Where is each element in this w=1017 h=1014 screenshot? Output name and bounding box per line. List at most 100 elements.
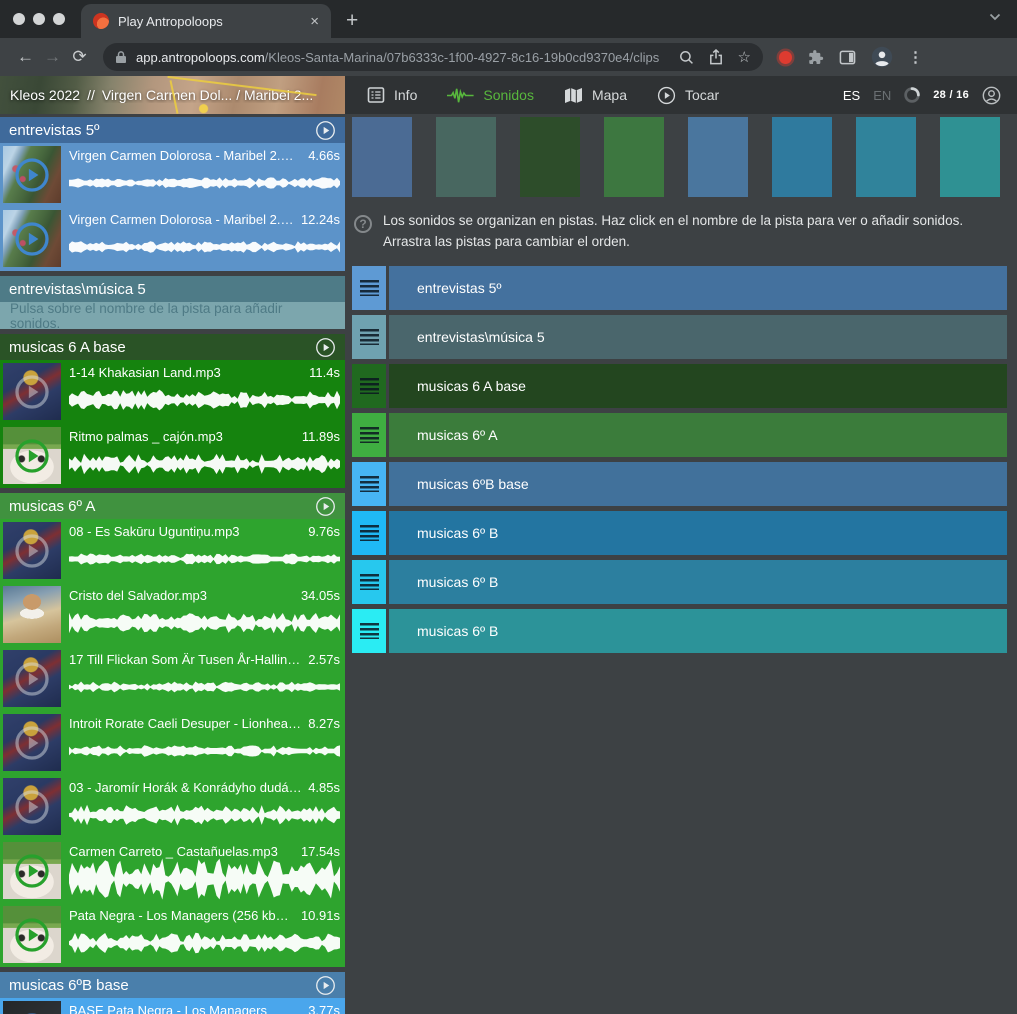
audio-clip[interactable]: 03 - Jaromír Horák & Konrádyho dudácká .… [0, 775, 345, 839]
clip-waveform[interactable] [69, 795, 340, 835]
audio-clip[interactable]: Carmen Carreto _ Castañuelas.mp317.54s [0, 839, 345, 903]
track-drag-handle[interactable] [352, 413, 386, 457]
tab-search-chevron-icon[interactable] [989, 8, 1001, 26]
window-zoom-button[interactable] [53, 13, 65, 25]
audio-clip[interactable]: Pata Negra - Los Managers (256 kbps).mp3… [0, 903, 345, 967]
track-header[interactable]: entrevistas 5º [0, 117, 345, 143]
zoom-page-icon[interactable] [679, 50, 694, 65]
record-extension-icon[interactable] [779, 51, 792, 64]
track-drag-handle[interactable] [352, 315, 386, 359]
clip-thumbnail[interactable] [3, 650, 61, 707]
track-bar[interactable]: entrevistas\música 5 [389, 315, 1007, 359]
track-color-column[interactable] [352, 117, 412, 197]
lang-en-button[interactable]: EN [873, 88, 891, 103]
track-bar[interactable]: musicas 6º A [389, 413, 1007, 457]
clip-thumbnail[interactable] [3, 146, 61, 203]
track-drag-handle[interactable] [352, 266, 386, 310]
track-drag-handle[interactable] [352, 462, 386, 506]
track-header[interactable]: musicas 6 A base [0, 334, 345, 360]
nav-item-info[interactable]: Info [367, 86, 417, 104]
window-close-button[interactable] [13, 13, 25, 25]
audio-clip[interactable]: Virgen Carmen Dolorosa - Maribel 2.mp34.… [0, 143, 345, 207]
window-minimize-button[interactable] [33, 13, 45, 25]
lang-es-button[interactable]: ES [843, 88, 860, 103]
clip-play-icon [3, 650, 61, 707]
clip-waveform[interactable] [69, 163, 340, 203]
audio-clip[interactable]: Virgen Carmen Dolorosa - Maribel 2.mp312… [0, 207, 345, 271]
browser-menu-icon[interactable]: ⋮ [908, 48, 923, 66]
track-color-column[interactable] [940, 117, 1000, 197]
clip-thumbnail[interactable] [3, 427, 61, 484]
track-bar[interactable]: musicas 6 A base [389, 364, 1007, 408]
side-panel-icon[interactable] [839, 49, 856, 66]
clip-waveform[interactable] [69, 227, 340, 267]
track-drag-handle[interactable] [352, 560, 386, 604]
tab-title: Play Antropoloops [118, 14, 301, 29]
track-header[interactable]: entrevistas\música 5 [0, 276, 345, 302]
clip-thumbnail[interactable] [3, 363, 61, 420]
clip-thumbnail[interactable] [3, 210, 61, 267]
clip-waveform[interactable] [69, 859, 340, 899]
share-icon[interactable] [709, 49, 723, 65]
audio-clip[interactable]: Ritmo palmas _ cajón.mp311.89s [0, 424, 345, 488]
clip-thumbnail[interactable] [3, 1001, 61, 1014]
clip-waveform[interactable] [69, 603, 340, 643]
back-button[interactable]: ← [12, 47, 39, 67]
track-drag-handle[interactable] [352, 511, 386, 555]
clip-thumbnail[interactable] [3, 778, 61, 835]
audio-clip[interactable]: Introit Rorate Caeli Desuper - Lionheart… [0, 711, 345, 775]
clip-waveform[interactable] [69, 731, 340, 771]
account-person-icon[interactable] [982, 86, 1001, 105]
audio-clip[interactable]: 08 - Es Sakūru Uguntiņu.mp39.76s [0, 519, 345, 583]
audio-clip[interactable]: 1-14 Khakasian Land.mp311.4s [0, 360, 345, 424]
clip-name: Introit Rorate Caeli Desuper - Lionheart… [69, 716, 302, 731]
tab-close-icon[interactable]: × [310, 14, 319, 29]
audio-clip[interactable]: Cristo del Salvador.mp334.05s [0, 583, 345, 647]
clip-thumbnail[interactable] [3, 906, 61, 963]
track-color-column[interactable] [436, 117, 496, 197]
new-tab-button[interactable]: + [346, 10, 358, 31]
track-bar[interactable]: musicas 6ºB base [389, 462, 1007, 506]
track-color-column[interactable] [856, 117, 916, 197]
clip-waveform[interactable] [69, 539, 340, 579]
track-drag-handle[interactable] [352, 609, 386, 653]
extensions-puzzle-icon[interactable] [807, 49, 824, 66]
forward-button[interactable]: → [39, 47, 66, 67]
nav-item-label: Mapa [592, 87, 627, 103]
clip-thumbnail[interactable] [3, 522, 61, 579]
breadcrumb-separator: // [87, 87, 95, 103]
track-bar[interactable]: musicas 6º B [389, 511, 1007, 555]
play-all-button[interactable] [315, 975, 336, 996]
clip-thumbnail[interactable] [3, 586, 61, 643]
track-drag-handle[interactable] [352, 364, 386, 408]
clip-waveform[interactable] [69, 380, 340, 420]
audio-clip[interactable]: BASE Pata Negra - Los Managers3.77s [0, 998, 345, 1014]
reload-button[interactable]: ⟳ [66, 47, 93, 67]
browser-tab[interactable]: Play Antropoloops × [81, 4, 331, 38]
track-header[interactable]: musicas 6º A [0, 493, 345, 519]
clip-waveform[interactable] [69, 444, 340, 484]
clip-waveform[interactable] [69, 923, 340, 963]
play-all-button[interactable] [315, 337, 336, 358]
track-color-column[interactable] [688, 117, 748, 197]
nav-item-tocar[interactable]: Tocar [657, 86, 719, 105]
breadcrumb-project[interactable]: Kleos 2022 [10, 87, 80, 103]
bookmark-star-icon[interactable]: ☆ [738, 48, 751, 66]
address-bar[interactable]: app.antropoloops.com/Kleos-Santa-Marina/… [103, 43, 763, 71]
clip-waveform[interactable] [69, 667, 340, 707]
audio-clip[interactable]: 17 Till Flickan Som Är Tusen År-Halling … [0, 647, 345, 711]
track-color-column[interactable] [604, 117, 664, 197]
track-bar[interactable]: musicas 6º B [389, 609, 1007, 653]
track-color-column[interactable] [772, 117, 832, 197]
play-all-button[interactable] [315, 120, 336, 141]
clip-thumbnail[interactable] [3, 714, 61, 771]
nav-item-sonidos[interactable]: Sonidos [447, 87, 534, 104]
profile-avatar-icon[interactable] [871, 46, 893, 68]
track-header[interactable]: musicas 6ºB base [0, 972, 345, 998]
play-all-button[interactable] [315, 496, 336, 517]
track-bar[interactable]: musicas 6º B [389, 560, 1007, 604]
nav-item-mapa[interactable]: Mapa [564, 87, 627, 104]
clip-thumbnail[interactable] [3, 842, 61, 899]
track-bar[interactable]: entrevistas 5º [389, 266, 1007, 310]
track-color-column[interactable] [520, 117, 580, 197]
